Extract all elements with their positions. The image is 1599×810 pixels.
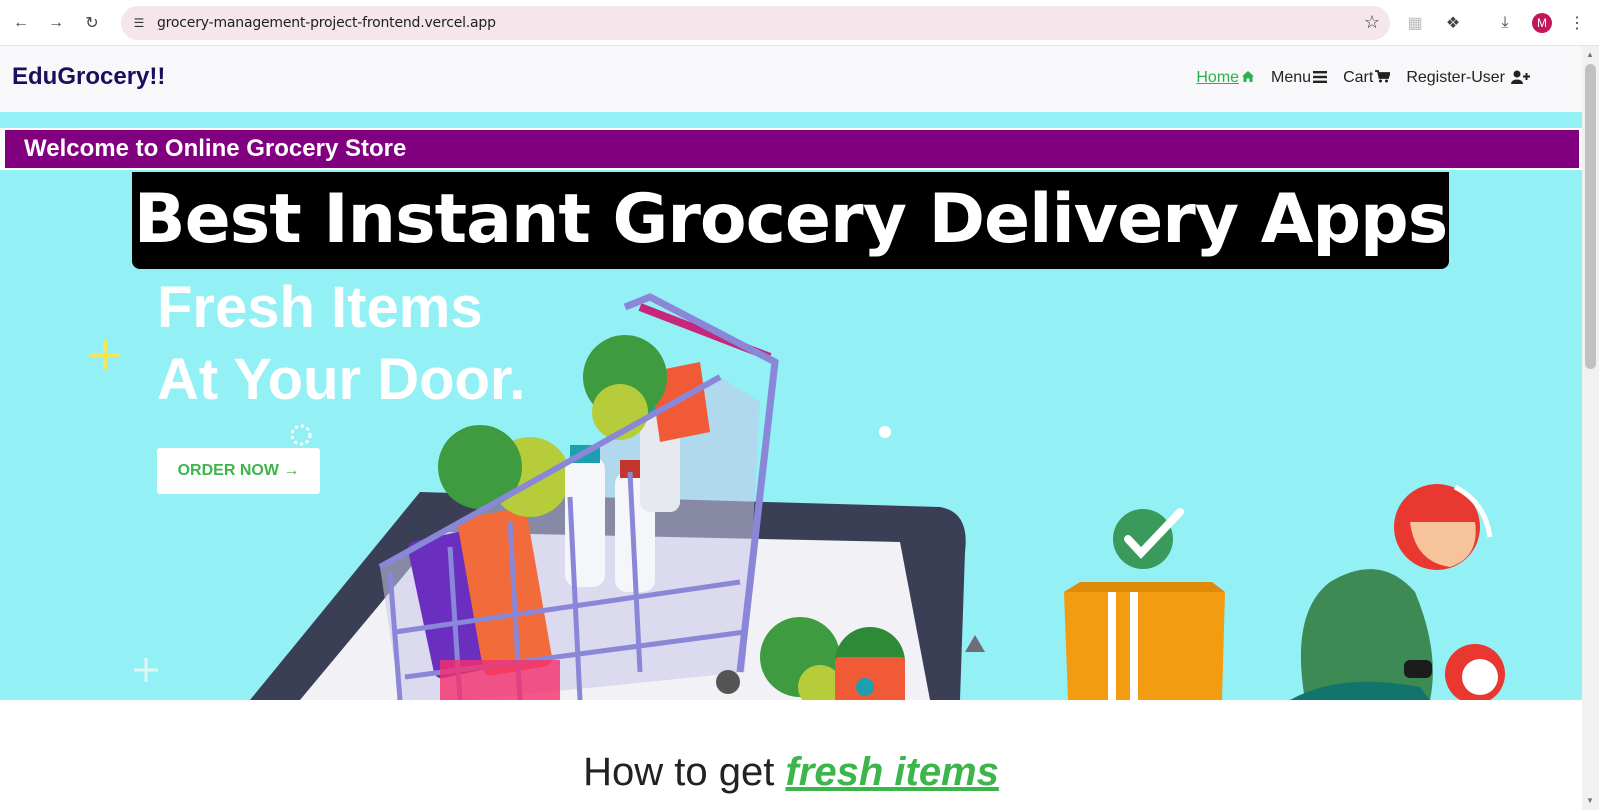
back-arrow-icon[interactable]: ←	[8, 10, 34, 36]
puzzle-icon[interactable]: ❖	[1442, 12, 1464, 34]
scroll-down-icon[interactable]: ▼	[1586, 796, 1594, 805]
nav-register-link[interactable]: Register-User	[1406, 69, 1530, 87]
url-text[interactable]: grocery-management-project-frontend.verc…	[157, 15, 496, 31]
nav-register-label: Register-User	[1406, 69, 1505, 86]
nav-menu-link[interactable]: Menu	[1271, 69, 1328, 87]
address-bar[interactable]: ☰ grocery-management-project-frontend.ve…	[121, 6, 1390, 40]
user-plus-icon	[1511, 70, 1530, 87]
how-section: How to get fresh items	[0, 700, 1582, 810]
bars-icon	[1313, 70, 1328, 86]
bookmark-star-icon[interactable]: ☆	[1364, 12, 1380, 33]
nav-home-link[interactable]: Home	[1196, 69, 1255, 87]
forward-arrow-icon[interactable]: →	[43, 10, 69, 36]
scroll-up-icon[interactable]: ▲	[1586, 50, 1594, 59]
heading-prefix: How to get	[583, 750, 786, 794]
section-heading: How to get fresh items	[0, 750, 1582, 795]
nav-links: Home Menu Cart Register-User	[1196, 69, 1530, 87]
nav-menu-label: Menu	[1271, 69, 1312, 86]
scroll-thumb[interactable]	[1585, 64, 1596, 369]
welcome-text: Welcome to Online Grocery Store	[5, 130, 1579, 168]
heading-highlight: fresh items	[785, 750, 999, 794]
cart-icon	[1375, 70, 1392, 86]
welcome-bar: Welcome to Online Grocery Store	[0, 128, 1582, 170]
nav-cart-link[interactable]: Cart	[1343, 69, 1392, 87]
page-scrollbar[interactable]: ▲ ▼	[1582, 46, 1599, 810]
hero-banner: Best Instant Grocery Delivery Apps	[132, 172, 1449, 269]
download-icon[interactable]: ⤓	[1494, 12, 1516, 34]
hero-headline: Fresh Items At Your Door.	[157, 272, 525, 416]
extension-icon[interactable]: ▦	[1404, 12, 1426, 34]
reload-icon[interactable]: ↻	[79, 10, 105, 36]
nav-home-label: Home	[1196, 69, 1240, 86]
site-info-icon[interactable]: ☰	[131, 15, 147, 31]
brand-logo[interactable]: EduGrocery!!	[12, 63, 165, 91]
browser-toolbar: ← → ↻ ☰ grocery-management-project-front…	[0, 0, 1599, 46]
hero-section: Welcome to Online Grocery Store Best Ins…	[0, 112, 1582, 700]
home-icon	[1241, 70, 1255, 86]
site-navbar: EduGrocery!! Home Menu Cart Register-Use…	[0, 46, 1582, 112]
profile-avatar[interactable]: M	[1532, 13, 1552, 33]
headline-line-2: At Your Door.	[157, 347, 526, 412]
web-page: EduGrocery!! Home Menu Cart Register-Use…	[0, 46, 1582, 810]
nav-cart-label: Cart	[1343, 69, 1374, 86]
more-vert-icon[interactable]: ⋮	[1566, 12, 1588, 34]
headline-line-1: Fresh Items	[157, 275, 483, 340]
order-now-button[interactable]: ORDER NOW →	[157, 448, 320, 494]
